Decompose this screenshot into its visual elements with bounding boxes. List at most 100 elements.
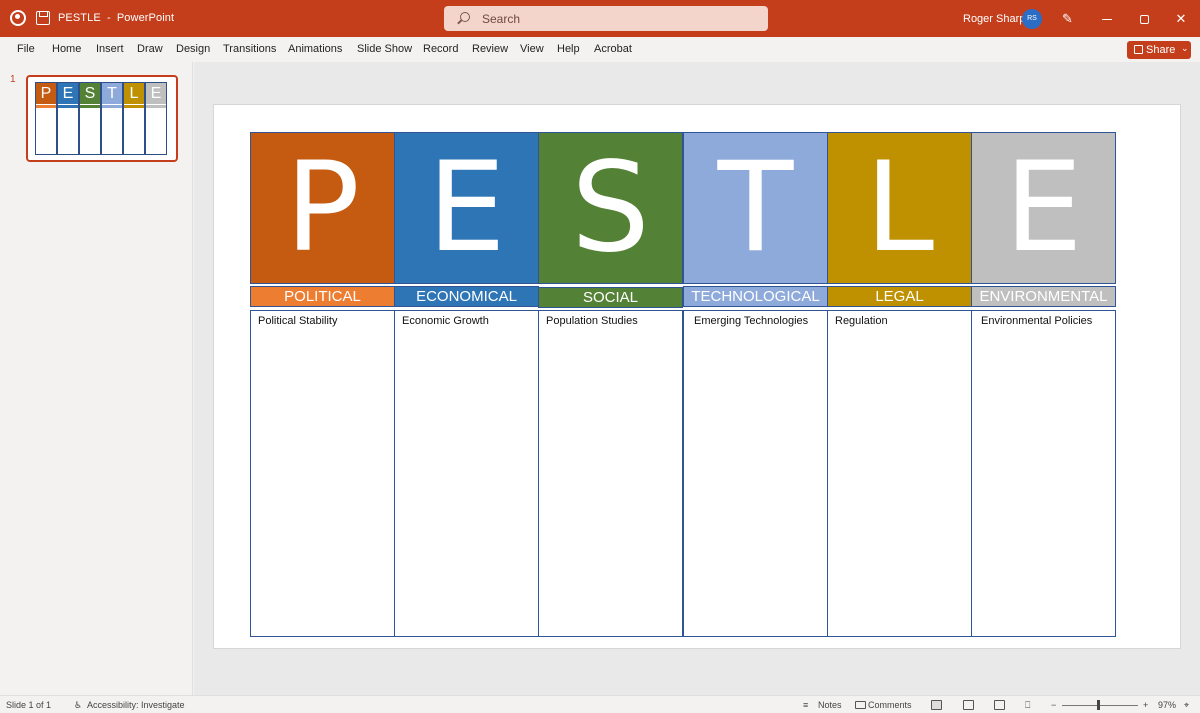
chevron-down-icon: ⌄ (1181, 43, 1189, 53)
fit-to-window-icon[interactable]: ⌖ (1184, 700, 1189, 711)
thumbnail-column: P (35, 82, 57, 155)
list-item: Population Studies (546, 315, 638, 327)
letter-block[interactable]: E (394, 132, 539, 284)
content-box[interactable]: Emerging Technologies (683, 310, 828, 637)
menu-design[interactable]: Design (176, 43, 210, 55)
menu-insert[interactable]: Insert (96, 43, 124, 55)
menu-record[interactable]: Record (423, 43, 458, 55)
menu-slide-show[interactable]: Slide Show (357, 43, 412, 55)
content-box[interactable]: Regulation (827, 310, 972, 637)
zoom-out-button[interactable]: − (1051, 700, 1056, 710)
slide-thumbnail-pane: 1 P E S T L E (0, 62, 193, 695)
menu-acrobat[interactable]: Acrobat (594, 43, 632, 55)
pestle-column-economical: E (394, 132, 539, 284)
list-item: Emerging Technologies (694, 315, 809, 327)
thumbnail-letter: T (102, 83, 122, 104)
slide-show-icon[interactable]: ⎕ (1025, 700, 1030, 711)
close-button[interactable]: ✕ (1163, 0, 1199, 37)
pestle-column-technological: T (683, 132, 828, 284)
share-label: Share (1146, 44, 1176, 56)
letter-block[interactable]: E (971, 132, 1116, 284)
comments-button[interactable]: Comments (868, 700, 912, 710)
list-item: Regulation (835, 315, 888, 327)
letter-block[interactable]: L (827, 132, 972, 284)
pestle-column-social: S (538, 132, 683, 284)
thumbnail-label-bar (36, 105, 56, 108)
list-item: Environmental Policies (981, 315, 1093, 327)
menu-help[interactable]: Help (557, 43, 580, 55)
reading-view-icon[interactable] (994, 700, 1005, 710)
menu-review[interactable]: Review (472, 43, 508, 55)
share-icon (1134, 45, 1143, 54)
thumbnail-label-bar (80, 105, 100, 108)
menu-bar: File Home Insert Draw Design Transitions… (0, 37, 1200, 62)
menu-view[interactable]: View (520, 43, 544, 55)
search-box[interactable]: Search (444, 6, 768, 31)
list-item: Political Stability (258, 315, 338, 327)
comments-icon[interactable] (855, 701, 866, 709)
content-box[interactable]: Political Stability (250, 310, 395, 637)
thumbnail-letter: E (58, 83, 78, 104)
thumbnail-label-bar (58, 105, 78, 108)
thumbnail-column: E (57, 82, 79, 155)
accessibility-icon[interactable]: ♿ (74, 700, 82, 711)
save-icon[interactable] (36, 11, 50, 25)
pestle-column-environmental: E (971, 132, 1116, 284)
share-button[interactable]: Share ⌄ (1127, 41, 1191, 59)
menu-transitions[interactable]: Transitions (223, 43, 276, 55)
thumbnail-number: 1 (10, 74, 16, 85)
thumbnail-letter: E (146, 83, 166, 104)
content-box[interactable]: Environmental Policies (971, 310, 1116, 637)
column-label[interactable]: ENVIRONMENTAL (971, 286, 1116, 307)
user-name[interactable]: Roger Sharp (963, 13, 1025, 25)
column-label[interactable]: LEGAL (827, 286, 972, 307)
menu-draw[interactable]: Draw (137, 43, 163, 55)
slide-indicator: Slide 1 of 1 (6, 700, 52, 710)
zoom-level[interactable]: 97% (1158, 700, 1176, 710)
minimize-button[interactable] (1089, 0, 1125, 37)
document-title: PESTLE (58, 12, 101, 24)
column-label[interactable]: ECONOMICAL (394, 286, 539, 307)
thumbnail-column: S (79, 82, 101, 155)
zoom-slider-handle[interactable] (1097, 700, 1100, 710)
column-label[interactable]: TECHNOLOGICAL (683, 286, 828, 307)
slide-thumbnail[interactable]: P E S T L E (26, 75, 178, 162)
zoom-in-button[interactable]: + (1143, 700, 1148, 710)
thumbnail-column: L (123, 82, 145, 155)
accessibility-status[interactable]: Accessibility: Investigate (87, 700, 185, 710)
thumbnail-column: E (145, 82, 167, 155)
search-icon (460, 12, 470, 22)
content-box[interactable]: Economic Growth (394, 310, 539, 637)
title-bar: PESTLE - PowerPoint Search Roger Sharp R… (0, 0, 1200, 37)
pestle-column-legal: L (827, 132, 972, 284)
letter-block[interactable]: T (683, 132, 828, 284)
pen-icon[interactable]: ✎ (1062, 11, 1073, 27)
thumbnail-letter: L (124, 83, 144, 104)
close-icon: ✕ (1175, 11, 1187, 26)
slide-sorter-icon[interactable] (963, 700, 974, 710)
window-title: PESTLE - PowerPoint (58, 12, 174, 24)
column-label[interactable]: POLITICAL (250, 286, 395, 307)
normal-view-icon[interactable] (931, 700, 942, 710)
search-placeholder: Search (482, 12, 521, 26)
thumbnail-column: T (101, 82, 123, 155)
avatar[interactable]: RS (1022, 9, 1042, 29)
letter-block[interactable]: S (538, 132, 683, 284)
thumbnail-label-bar (102, 105, 122, 108)
maximize-icon (1139, 15, 1149, 25)
letter-block[interactable]: P (250, 132, 395, 284)
menu-animations[interactable]: Animations (288, 43, 342, 55)
zoom-slider[interactable] (1062, 705, 1138, 706)
content-box[interactable]: Population Studies (538, 310, 683, 637)
maximize-button[interactable] (1126, 0, 1162, 37)
app-name: PowerPoint (116, 12, 175, 24)
menu-home[interactable]: Home (52, 43, 81, 55)
notes-button[interactable]: Notes (818, 700, 842, 710)
menu-file[interactable]: File (17, 43, 35, 55)
thumbnail-label-bar (146, 105, 166, 108)
title-separator: - (106, 12, 111, 24)
pestle-column-political: P (250, 132, 395, 284)
column-label[interactable]: SOCIAL (538, 287, 683, 308)
minimize-icon (1102, 19, 1112, 21)
notes-icon[interactable]: ≡ (803, 700, 808, 710)
